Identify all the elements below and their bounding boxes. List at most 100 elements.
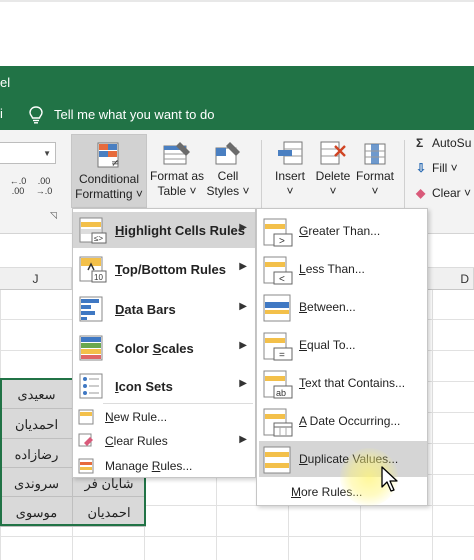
format-label-2: ˅ (371, 184, 379, 198)
format-cells-icon (364, 143, 386, 165)
fill-button[interactable]: ⇩ Fill ˅ (416, 161, 458, 175)
insert-button[interactable]: Insert ˅ (268, 140, 312, 208)
insert-cells-icon (278, 141, 303, 165)
conditional-formatting-button[interactable]: ≠ Conditional Formatting ˅ (71, 134, 147, 208)
format-as-table-icon (163, 142, 190, 165)
submenu-item-text-contains[interactable]: ab Text that Contains... (259, 365, 427, 401)
autosum-button[interactable]: Σ AutoSu (416, 136, 471, 150)
format-button[interactable]: Format ˅ (354, 140, 396, 208)
delete-button[interactable]: Delete ˅ (311, 140, 355, 208)
top-bottom-icon: 10 (79, 256, 107, 283)
submenu-label: Greater Than... (299, 224, 381, 238)
dialog-launcher-icon[interactable]: ◹ (50, 210, 57, 221)
svg-text:<: < (279, 274, 285, 285)
decrease-decimal-button[interactable]: .00 →.0 (32, 176, 56, 198)
desktop-blank-area (0, 0, 474, 66)
clear-button[interactable]: ◆ Clear ˅ (416, 186, 471, 200)
submenu-label: Text that Contains... (299, 376, 406, 390)
fill-label: Fill ˅ (432, 161, 458, 175)
between-icon (263, 294, 291, 322)
fill-down-icon: ⇩ (416, 161, 427, 175)
format-as-table-button[interactable]: Format as Table ˅ (148, 140, 206, 208)
submenu-item-less-than[interactable]: < Less Than... (259, 251, 427, 287)
format-label-1: Format (355, 169, 394, 183)
menu-item-icon-sets[interactable]: Icon Sets ▶ (73, 368, 255, 404)
menu-item-data-bars[interactable]: Data Bars ▶ (73, 291, 255, 327)
sigma-icon: Σ (416, 136, 424, 150)
format-as-table-label-1: Format as (149, 169, 204, 183)
highlight-cells-icon: ≤> (79, 217, 107, 244)
menu-label: Icon Sets (115, 379, 173, 394)
svg-text:≠: ≠ (111, 158, 119, 169)
highlight-cells-submenu: > Greater Than... < Less Than... Between… (256, 208, 428, 506)
date-occurring-icon (263, 408, 293, 437)
mouse-cursor-icon (381, 466, 398, 492)
svg-text:=: = (279, 350, 285, 361)
chevron-right-icon: ▶ (239, 261, 247, 272)
submenu-label: Less Than... (299, 262, 365, 276)
increase-decimal-button[interactable]: ←.0 .00 (6, 176, 30, 198)
submenu-item-between[interactable]: Between... (259, 289, 427, 325)
menu-item-manage-rules[interactable]: Manage Rules... (73, 454, 255, 478)
color-scales-icon (79, 335, 103, 361)
delete-label-2: ˅ (329, 184, 337, 198)
conditional-formatting-icon: ≠ (97, 142, 119, 169)
title-bar: el (0, 66, 474, 100)
menu-separator (103, 403, 253, 404)
submenu-label: Between... (299, 300, 356, 314)
less-than-icon: < (263, 256, 293, 285)
tell-me-bar: i Tell me what you want to do (0, 100, 474, 130)
menu-label: Manage Rules... (105, 459, 193, 473)
column-label-j: J (32, 272, 39, 286)
submenu-item-date-occurring[interactable]: A Date Occurring... (259, 403, 427, 439)
duplicate-values-icon (263, 446, 291, 474)
menu-label: Clear Rules (105, 434, 168, 448)
column-label-d: D (460, 272, 469, 286)
submenu-item-equal-to[interactable]: = Equal To... (259, 327, 427, 363)
decrease-decimal-icon: .00 →.0 (35, 176, 53, 196)
conditional-formatting-menu: ≤> Highlight Cells Rules ▶ 10 Top/Bottom… (72, 208, 256, 478)
chevron-right-icon: ▶ (239, 222, 247, 233)
new-rule-icon (78, 409, 94, 425)
insert-label-2: ˅ (286, 184, 294, 198)
conditional-formatting-label-1: Conditional (78, 172, 140, 186)
chevron-right-icon: ▶ (239, 340, 247, 351)
menu-item-new-rule[interactable]: New Rule... (73, 405, 255, 429)
svg-text:ab: ab (276, 388, 286, 398)
data-bars-icon (79, 296, 103, 322)
column-header-j[interactable]: J (0, 268, 72, 290)
delete-cells-icon (320, 141, 346, 165)
chevron-right-icon: ▶ (239, 378, 247, 389)
cell-styles-icon (215, 142, 240, 165)
menu-item-color-scales[interactable]: Color Scales ▶ (73, 330, 255, 366)
chevron-right-icon: ▶ (239, 434, 247, 445)
cell-styles-button[interactable]: Cell Styles ˅ (205, 140, 251, 208)
insert-label-1: Insert (274, 169, 305, 183)
submenu-item-greater-than[interactable]: > Greater Than... (259, 213, 427, 249)
icon-sets-icon (79, 373, 103, 399)
menu-label: Highlight Cells Rules (115, 223, 246, 238)
submenu-label: A Date Occurring... (299, 414, 401, 428)
tab-fragment[interactable]: i (0, 106, 3, 121)
menu-label: New Rule... (105, 410, 168, 424)
chevron-down-icon: ▼ (43, 149, 51, 158)
menu-item-top-bottom-rules[interactable]: 10 Top/Bottom Rules ▶ (73, 251, 255, 287)
clear-rules-icon (78, 433, 93, 447)
top-divider (0, 0, 474, 2)
column-header-d[interactable]: D (428, 268, 474, 290)
manage-rules-icon (78, 458, 94, 474)
cell-styles-label-1: Cell (217, 169, 239, 183)
lightbulb-icon[interactable] (28, 106, 44, 124)
delete-label-1: Delete (315, 169, 351, 183)
app-title-fragment: el (0, 75, 11, 90)
greater-than-icon: > (263, 218, 293, 247)
number-format-dropdown[interactable]: ▼ (0, 142, 56, 164)
menu-item-clear-rules[interactable]: Clear Rules ▶ (73, 429, 255, 453)
submenu-label: Equal To... (299, 338, 356, 352)
menu-item-highlight-cells-rules[interactable]: ≤> Highlight Cells Rules ▶ (73, 212, 255, 248)
format-as-table-label-2: Table ˅ (157, 184, 197, 198)
tell-me-search[interactable]: Tell me what you want to do (54, 107, 214, 122)
text-contains-icon: ab (263, 370, 293, 399)
cell-styles-label-2: Styles ˅ (206, 184, 250, 198)
autosum-label: AutoSu (432, 136, 472, 150)
